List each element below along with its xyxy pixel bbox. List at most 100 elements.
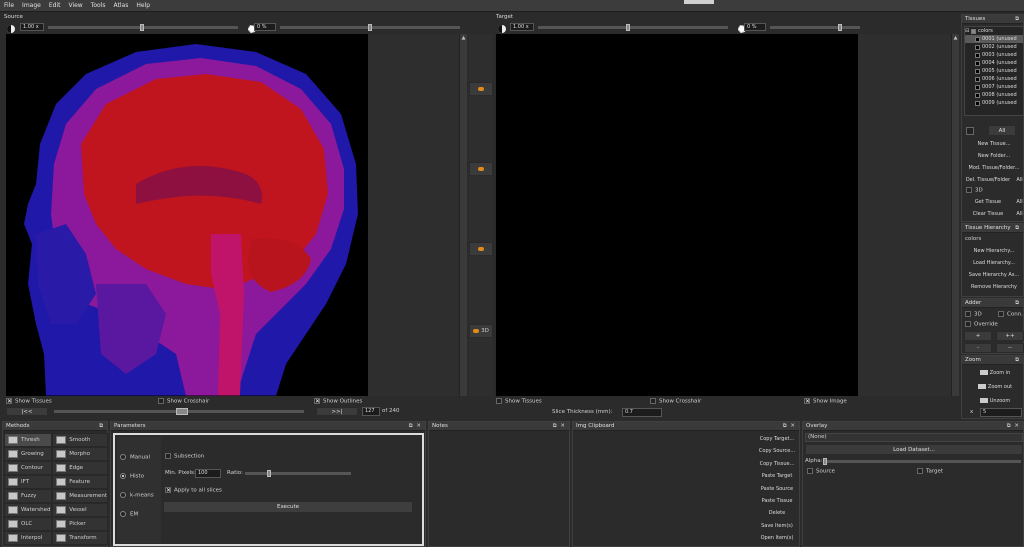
float-close-icon[interactable]: ⧉ — [99, 423, 104, 430]
subtract-button[interactable]: - — [964, 343, 992, 353]
show-tissues-target[interactable]: Show Tissues — [496, 398, 542, 405]
get-tissue-all-button[interactable]: All — [1014, 197, 1024, 208]
clear-tissue-all-button[interactable]: All — [1014, 209, 1024, 220]
slice-thickness-field[interactable]: 0.7 — [622, 408, 662, 417]
scroll-up-arrow-icon[interactable]: ▲ — [952, 34, 959, 42]
method-transform[interactable]: Transform — [52, 531, 108, 545]
get-tissue-button[interactable]: Get Tissue — [964, 197, 1012, 208]
new-hierarchy-button[interactable]: New Hierarchy... — [964, 246, 1024, 257]
method-olc[interactable]: OLC — [4, 517, 53, 531]
method-fuzzy[interactable]: Fuzzy — [4, 489, 53, 503]
show-tissues-source[interactable]: Show Tissues — [6, 398, 52, 405]
lock-checkbox[interactable] — [966, 127, 974, 135]
menu-edit[interactable]: Edit — [45, 0, 65, 12]
source-viewport[interactable] — [6, 34, 460, 396]
source-contrast-field[interactable]: 0 % — [254, 23, 276, 31]
method-feature[interactable]: Feature — [52, 475, 108, 489]
mode-histo-radio[interactable]: Histo — [120, 473, 144, 480]
float-close-icon[interactable]: ⧉ ✕ — [553, 423, 566, 430]
last-slice-button[interactable]: >>| — [316, 407, 358, 416]
tissue-item[interactable]: 0001 (unused — [965, 35, 1023, 43]
method-picker[interactable]: Picker — [52, 517, 108, 531]
float-close-icon[interactable]: ⧉ — [1015, 357, 1020, 364]
add-3d-button[interactable]: ++ — [996, 331, 1024, 341]
menu-help[interactable]: Help — [132, 0, 154, 12]
source-zoom-field[interactable]: 1.00 x — [20, 23, 44, 31]
method-morpho[interactable]: Morpho — [52, 447, 108, 461]
add-button[interactable]: + — [964, 331, 992, 341]
clipboard-list[interactable] — [575, 433, 753, 545]
clipboard-button-delete[interactable]: Delete — [755, 507, 799, 519]
delete-tissue-button[interactable]: Del. Tissue/Folder — [964, 175, 1012, 186]
copy-right-button[interactable] — [469, 82, 493, 96]
tissue-item[interactable]: 0006 (unused — [965, 75, 1023, 83]
apply-all-slices-checkbox[interactable]: Apply to all slices — [165, 487, 222, 494]
mode-kmeans-radio[interactable]: k-means — [120, 492, 154, 499]
clipboard-button-save-item-s[interactable]: Save Item(s) — [755, 520, 799, 532]
clipboard-button-copy-target[interactable]: Copy Target... — [755, 433, 799, 445]
float-close-icon[interactable]: ⧉ — [1015, 225, 1020, 232]
tissue-3d-checkbox[interactable]: 3D — [966, 187, 983, 194]
tissue-item[interactable]: 0005 (unused — [965, 67, 1023, 75]
method-smooth[interactable]: Smooth — [52, 433, 108, 447]
clipboard-button-paste-source[interactable]: Paste Source — [755, 483, 799, 495]
adder-override-checkbox[interactable]: Override — [965, 321, 998, 328]
clipboard-button-open-item-s[interactable]: Open Item(s) — [755, 532, 799, 544]
tissue-item[interactable]: 0002 (unused — [965, 43, 1023, 51]
show-image-target[interactable]: Show Image — [804, 398, 847, 405]
target-contrast-knob[interactable] — [838, 24, 842, 31]
overlay-target-checkbox[interactable]: Target — [917, 468, 943, 475]
zoom-in-button[interactable]: Zoom in — [966, 368, 1024, 379]
target-zoom-field[interactable]: 1.00 x — [510, 23, 534, 31]
source-zoom-knob[interactable] — [140, 24, 144, 31]
target-zoom-knob[interactable] — [626, 24, 630, 31]
execute-button[interactable]: Execute — [163, 501, 413, 513]
first-slice-button[interactable]: |<< — [6, 407, 48, 416]
method-growing[interactable]: Growing — [4, 447, 53, 461]
tissue-item[interactable]: 0007 (unused — [965, 83, 1023, 91]
mode-em-radio[interactable]: EM — [120, 511, 138, 518]
show-outlines-source[interactable]: Show Outlines — [314, 398, 362, 405]
subtract-3d-button[interactable]: -- — [996, 343, 1024, 353]
hierarchy-select[interactable]: colors — [965, 236, 981, 242]
method-thresh[interactable]: Thresh — [4, 433, 53, 447]
show-crosshair-source[interactable]: Show Crosshair — [158, 398, 209, 405]
alpha-slider-knob[interactable] — [823, 458, 827, 465]
load-dataset-button[interactable]: Load Dataset... — [805, 444, 1023, 455]
swap-3d-button[interactable]: 3D — [469, 324, 493, 338]
menu-atlas[interactable]: Atlas — [110, 0, 133, 12]
float-close-icon[interactable]: ⧉ — [1015, 16, 1020, 23]
menu-image[interactable]: Image — [18, 0, 45, 12]
float-close-icon[interactable]: ⧉ ✕ — [783, 423, 796, 430]
adder-3d-checkbox[interactable]: 3D — [965, 311, 982, 318]
source-vscroll[interactable]: ▲ — [459, 34, 467, 396]
ratio-slider-knob[interactable] — [267, 470, 271, 477]
tissue-item[interactable]: 0004 (unused — [965, 59, 1023, 67]
method-ift[interactable]: IFT — [4, 475, 53, 489]
float-close-icon[interactable]: ⧉ ✕ — [1007, 423, 1020, 430]
method-vessel[interactable]: Vessel — [52, 503, 108, 517]
adder-conn-checkbox[interactable]: Conn. — [998, 311, 1023, 318]
float-close-icon[interactable]: ⧉ ✕ — [409, 423, 422, 430]
clipboard-button-paste-tissue[interactable]: Paste Tissue — [755, 495, 799, 507]
target-vscroll[interactable]: ▲ — [951, 34, 959, 396]
new-tissue-button[interactable]: New Tissue... — [964, 139, 1024, 150]
menu-view[interactable]: View — [64, 0, 86, 12]
tissue-root[interactable]: ⊟ colors — [965, 27, 1023, 35]
unzoom-button[interactable]: Unzoom — [966, 396, 1024, 407]
min-pixels-field[interactable]: 100 — [195, 469, 221, 478]
subsection-checkbox[interactable]: Subsection — [165, 453, 204, 460]
alpha-slider[interactable] — [823, 460, 1021, 463]
method-measurement[interactable]: Measurement — [52, 489, 108, 503]
method-edge[interactable]: Edge — [52, 461, 108, 475]
remove-hierarchy-button[interactable]: Remove Hierarchy — [964, 282, 1024, 293]
target-contrast-slider[interactable] — [770, 26, 860, 29]
method-contour[interactable]: Contour — [4, 461, 53, 475]
source-contrast-knob[interactable] — [368, 24, 372, 31]
method-watershed[interactable]: Watershed — [4, 503, 53, 517]
save-hierarchy-button[interactable]: Save Hierarchy As... — [964, 270, 1024, 281]
float-close-icon[interactable]: ⧉ — [1015, 300, 1020, 307]
clipboard-button-copy-tissue[interactable]: Copy Tissue... — [755, 458, 799, 470]
clipboard-button-copy-source[interactable]: Copy Source... — [755, 445, 799, 457]
tissue-tree[interactable]: ⊟ colors 0001 (unused 0002 (unused 0003 (… — [964, 26, 1024, 116]
